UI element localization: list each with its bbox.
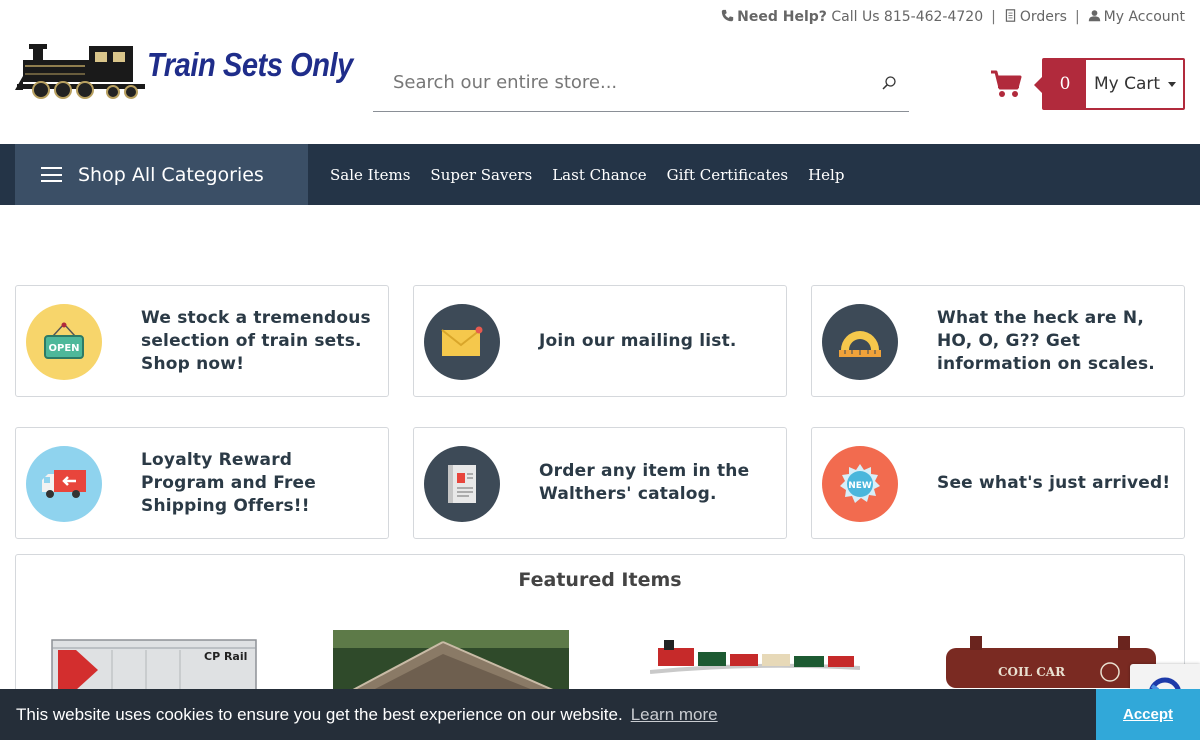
user-icon [1088,10,1100,22]
car-lettering: CP Rail [204,650,247,663]
cart-label: My Cart [1094,74,1161,94]
shop-all-categories-button[interactable]: Shop All Categories [15,144,308,205]
phone-icon [721,9,734,22]
orders-link[interactable]: Orders [1004,9,1067,25]
shop-all-label: Shop All Categories [78,163,264,186]
product-image-train-set[interactable] [650,634,860,680]
open-sign-icon: OPEN [26,304,102,380]
protractor-icon [822,304,898,380]
card-text: Order any item in the Walthers' catalog. [539,461,750,504]
nav-link-gift-certificates[interactable]: Gift Certificates [667,166,788,184]
feature-card-loyalty[interactable]: Loyalty Reward Program and Free Shipping… [15,427,389,539]
cart-button[interactable]: 0 My Cart [1034,58,1185,110]
product-image-boxcar[interactable]: CP Rail [46,634,258,694]
feature-card-new-arrivals[interactable]: NEW See what's just arrived! [811,427,1185,539]
search-input[interactable] [373,72,869,93]
site-logo[interactable]: Train Sets Only [15,40,353,102]
card-text: Loyalty Reward Program and Free Shipping… [141,449,317,516]
learn-more-link[interactable]: Learn more [631,705,718,725]
shopping-cart-icon[interactable] [990,70,1022,98]
utility-bar: Need Help? Call Us 815-462-4720 | Orders… [721,9,1185,25]
nav-link-sale-items[interactable]: Sale Items [330,166,410,184]
document-icon [1005,9,1016,22]
feature-card-train-sets[interactable]: OPEN We stock a tremendous selection of … [15,285,389,397]
logo-text: Train Sets Only [147,46,353,83]
card-text: See what's just arrived! [937,472,1171,493]
new-badge-icon: NEW [822,446,898,522]
help-line[interactable]: Need Help? Call Us 815-462-4720 [721,9,983,25]
nav-link-super-savers[interactable]: Super Savers [430,166,532,184]
nav-link-help[interactable]: Help [808,166,844,184]
envelope-icon [424,304,500,380]
search-button[interactable] [869,75,909,91]
search-bar [373,54,909,112]
cart-label-wrap: My Cart [1086,60,1183,108]
svg-text:OPEN: OPEN [48,343,79,354]
caret-down-icon [1168,81,1177,87]
phone-number: Call Us 815-462-4720 [831,9,984,25]
cookie-message: This website uses cookies to ensure you … [16,704,623,724]
account-link[interactable]: My Account [1088,9,1185,25]
card-text: What the heck are N, HO, O, G?? Get info… [937,307,1155,374]
car-lettering: COIL CAR [998,665,1066,679]
hamburger-icon [41,167,62,182]
product-image-coil-car[interactable]: COIL CAR [942,632,1162,692]
divider: | [991,9,996,25]
cart-count-badge: 0 [1044,60,1086,108]
nav-link-last-chance[interactable]: Last Chance [552,166,646,184]
orders-label: Orders [1019,9,1067,25]
main-nav: Shop All Categories Sale Items Super Sav… [0,144,1200,205]
nav-links: Sale Items Super Savers Last Chance Gift… [320,144,854,205]
locomotive-logo-icon [15,44,145,99]
need-help-label: Need Help? [737,9,827,25]
feature-card-scales[interactable]: What the heck are N, HO, O, G?? Get info… [811,285,1185,397]
accept-cookies-button[interactable]: Accept [1096,689,1200,740]
feature-card-walthers[interactable]: Order any item in the Walthers' catalog. [413,427,787,539]
card-text: Join our mailing list. [539,330,737,351]
account-label: My Account [1103,9,1185,25]
svg-text:NEW: NEW [848,481,872,491]
search-icon [882,75,896,90]
card-text: We stock a tremendous selection of train… [141,307,371,374]
delivery-truck-icon [26,446,102,522]
feature-card-mailing-list[interactable]: Join our mailing list. [413,285,787,397]
product-image-cabin[interactable] [333,630,569,690]
divider: | [1074,9,1080,25]
catalog-icon [424,446,500,522]
cookie-banner: This website uses cookies to ensure you … [0,689,1200,740]
section-title: Featured Items [518,569,682,591]
